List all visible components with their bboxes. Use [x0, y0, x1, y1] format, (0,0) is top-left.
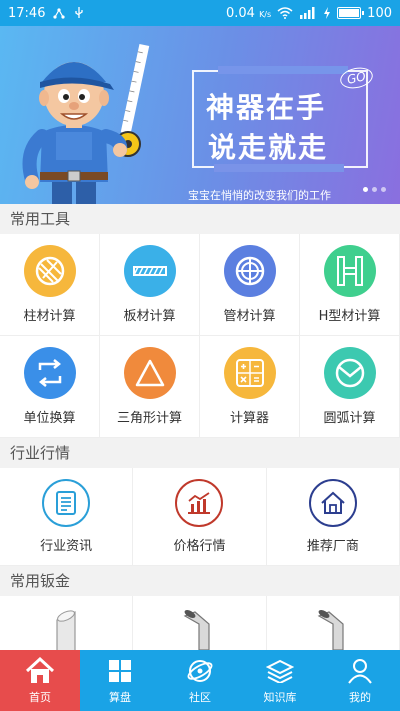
tool-triangle-calc[interactable]: 三角形计算 — [100, 336, 200, 438]
section-title-tools: 常用工具 — [0, 204, 400, 234]
banner-headline-1: 神器在手 — [206, 91, 327, 124]
tab-abacus[interactable]: 算盘 — [80, 650, 160, 711]
grid-icon — [105, 656, 135, 686]
user-icon — [345, 656, 375, 686]
tab-label: 算盘 — [109, 691, 131, 704]
share-icon — [53, 8, 66, 19]
status-time: 17:46 — [8, 5, 46, 21]
tool-label: 圆弧计算 — [323, 411, 376, 426]
elbow-pipe-icon — [184, 610, 211, 650]
tool-plate-calc[interactable]: 板材计算 — [100, 234, 200, 336]
tool-h-beam-calc[interactable]: H型材计算 — [300, 234, 400, 336]
banner-subtitle: 宝宝在悄悄的改变我们的工作 — [188, 189, 331, 202]
carousel-dot[interactable] — [381, 187, 386, 192]
tool-label: 计算器 — [229, 411, 269, 426]
promo-banner[interactable]: 神器在手 说走就走 GO 宝宝在悄悄的改变我们的工作 — [0, 26, 400, 204]
industry-vendors[interactable]: 推荐厂商 — [266, 468, 400, 566]
tool-column-calc[interactable]: 柱材计算 — [0, 234, 100, 336]
tool-arc-calc[interactable]: 圆弧计算 — [300, 336, 400, 438]
network-speed: 0.04 K/s — [225, 5, 272, 21]
tool-label: H型材计算 — [318, 309, 381, 324]
pipe-cut-icon — [56, 610, 76, 650]
tool-label: 三角形计算 — [116, 411, 182, 426]
tab-label: 我的 — [349, 691, 371, 704]
bottom-tab-bar: 首页 算盘 社区 知识库 我的 — [0, 650, 400, 711]
metal-item[interactable] — [133, 596, 267, 650]
tool-calculator[interactable]: 计算器 — [200, 336, 300, 438]
industry-label: 价格行情 — [173, 539, 226, 554]
unit-convert-icon — [23, 347, 76, 399]
battery-percent: 100 — [367, 5, 392, 21]
usb-icon — [75, 7, 84, 18]
price-chart-icon — [175, 479, 224, 527]
tab-label: 首页 — [29, 691, 51, 704]
tool-pipe-calc[interactable]: 管材计算 — [200, 234, 300, 336]
carousel-indicator — [363, 187, 386, 192]
community-icon — [185, 656, 215, 686]
elbow-pipe-icon — [317, 610, 344, 650]
h-beam-calc-icon — [323, 245, 376, 297]
books-icon — [265, 656, 295, 686]
industry-grid: 行业资讯 价格行情 推荐厂商 — [0, 468, 400, 566]
metal-item[interactable] — [267, 596, 400, 650]
plate-calc-icon — [123, 245, 176, 297]
tool-label: 柱材计算 — [23, 309, 76, 324]
section-title-industry: 行业行情 — [0, 438, 400, 468]
tools-grid: 柱材计算 板材计算 管材计算 H型材计算 单位换算 三角形计算 计算器 圆弧计算 — [0, 234, 400, 438]
tab-label: 知识库 — [263, 691, 297, 704]
wifi-icon — [277, 7, 293, 19]
arc-calc-icon — [323, 347, 376, 399]
metal-item[interactable] — [0, 596, 134, 650]
industry-label: 推荐厂商 — [306, 539, 359, 554]
status-bar: 17:46 0.04 K/s 100 — [0, 0, 400, 26]
industry-price[interactable]: 价格行情 — [133, 468, 267, 566]
tab-home[interactable]: 首页 — [0, 650, 80, 711]
home-icon — [25, 656, 55, 686]
tab-community[interactable]: 社区 — [160, 650, 240, 711]
pipe-calc-icon — [223, 245, 276, 297]
calculator-icon — [223, 347, 276, 399]
column-calc-icon — [23, 245, 76, 297]
industry-news[interactable]: 行业资讯 — [0, 468, 134, 566]
carousel-dot[interactable] — [363, 187, 368, 192]
battery-icon — [337, 7, 365, 19]
tool-label: 单位换算 — [23, 411, 76, 426]
tab-label: 社区 — [189, 691, 211, 704]
news-icon — [42, 479, 91, 527]
charging-icon — [324, 7, 331, 19]
industry-label: 行业资讯 — [40, 539, 93, 554]
carousel-dot[interactable] — [372, 187, 377, 192]
tool-label: 板材计算 — [123, 309, 176, 324]
signal-icon — [300, 7, 315, 19]
tool-unit-convert[interactable]: 单位换算 — [0, 336, 100, 438]
worker-illustration — [22, 43, 150, 204]
banner-headline-2: 说走就走 — [208, 131, 329, 164]
sheet-metal-list — [0, 596, 400, 650]
tool-label: 管材计算 — [223, 309, 276, 324]
factory-home-icon — [308, 479, 357, 527]
tab-profile[interactable]: 我的 — [320, 650, 400, 711]
triangle-calc-icon — [123, 347, 176, 399]
tab-knowledge[interactable]: 知识库 — [240, 650, 320, 711]
section-title-metal: 常用钣金 — [0, 566, 400, 596]
